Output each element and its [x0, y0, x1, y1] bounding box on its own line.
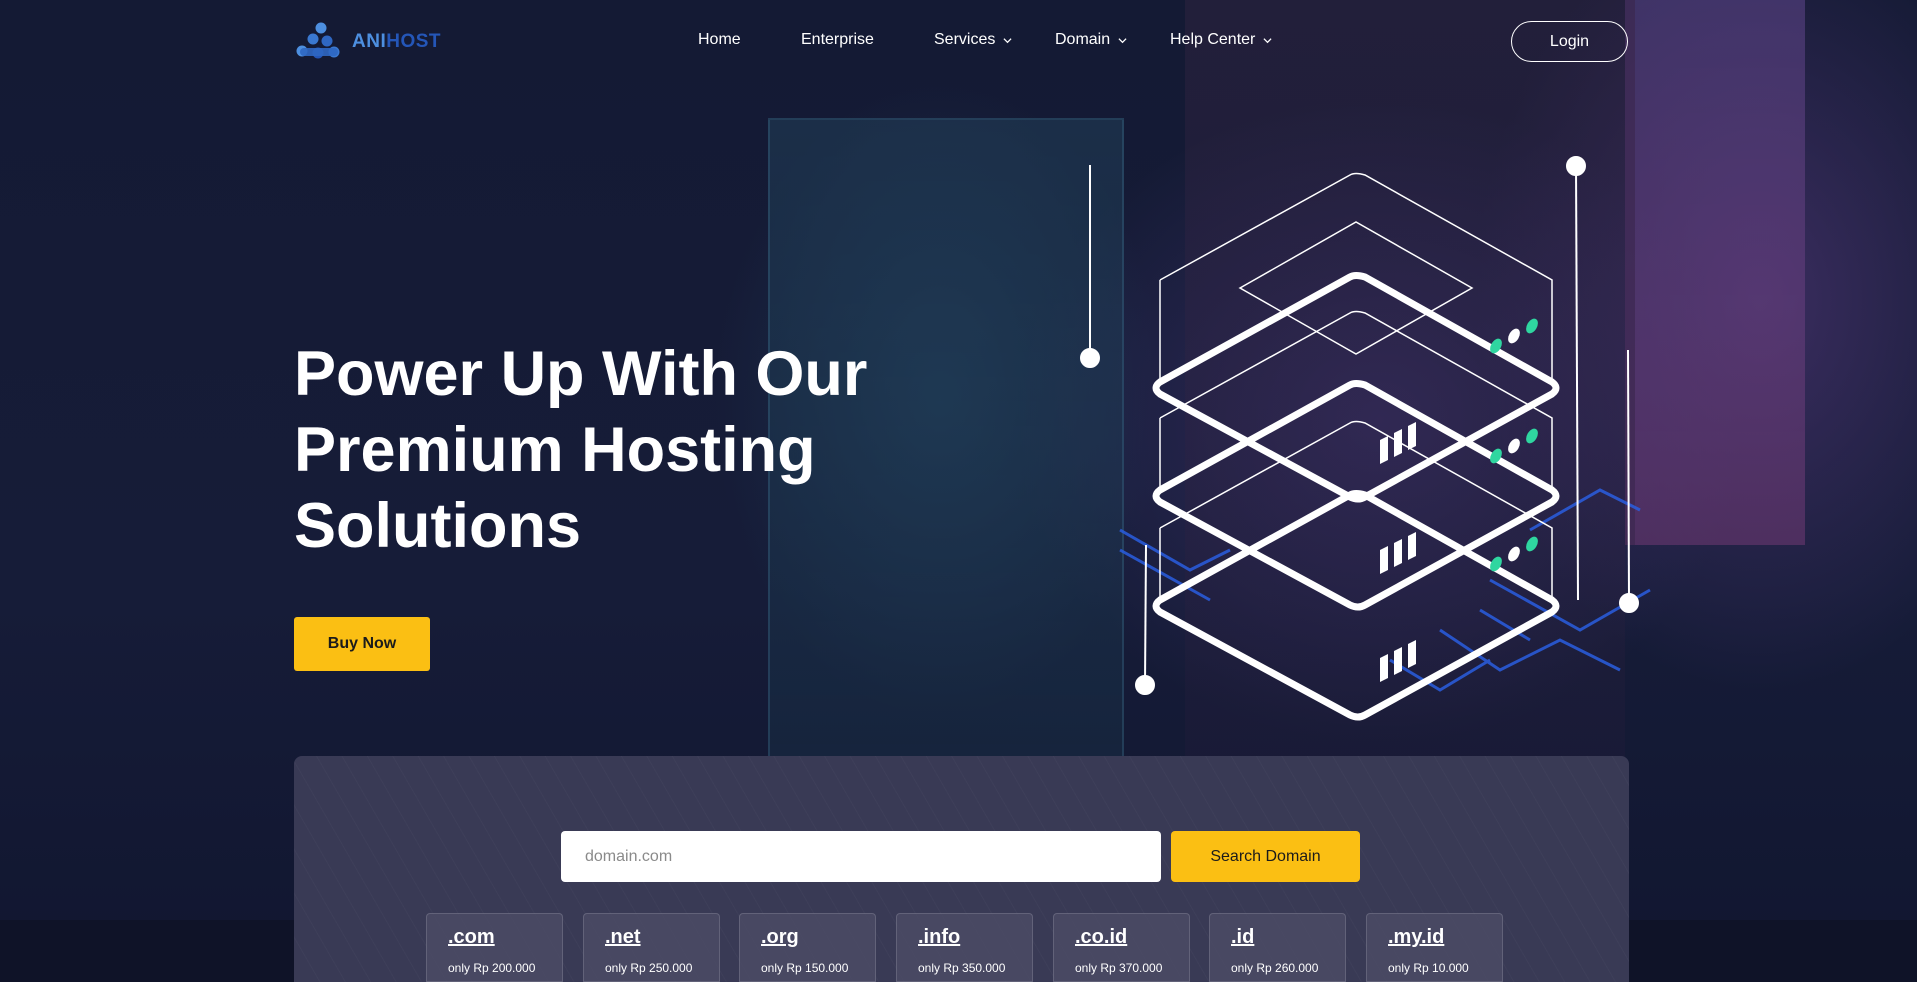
search-domain-button[interactable]: Search Domain: [1171, 831, 1360, 882]
tld-price: only Rp 200.000: [448, 961, 536, 975]
tld-price: only Rp 10.000: [1388, 961, 1469, 975]
tld-card-org[interactable]: .org only Rp 150.000: [739, 913, 876, 982]
brand-name-part2: HOST: [386, 31, 442, 52]
domain-search-input[interactable]: [561, 831, 1161, 882]
tld-price: only Rp 350.000: [918, 961, 1006, 975]
buy-now-button[interactable]: Buy Now: [294, 617, 430, 671]
nav-item-label: Services: [934, 31, 996, 48]
tld-card-co-id[interactable]: .co.id only Rp 370.000: [1053, 913, 1190, 982]
tld-price: only Rp 250.000: [605, 961, 693, 975]
tld-price: only Rp 260.000: [1231, 961, 1319, 975]
hero-title-line-3: Solutions: [294, 491, 581, 561]
tld-card-info[interactable]: .info only Rp 350.000: [896, 913, 1033, 982]
chevron-down-icon: [1263, 37, 1272, 43]
nav-item-label: Enterprise: [801, 31, 874, 48]
tld-card-id[interactable]: .id only Rp 260.000: [1209, 913, 1346, 982]
nav-item-label: Help Center: [1170, 31, 1256, 48]
logo-icon: [296, 22, 340, 59]
login-button[interactable]: Login: [1511, 21, 1628, 62]
tld-name: .co.id: [1075, 926, 1128, 948]
top-navbar: ANIHOST Home Enterprise Services Domain …: [0, 0, 1917, 84]
tld-name: .my.id: [1388, 926, 1445, 948]
nav-item-enterprise[interactable]: Enterprise: [801, 31, 874, 49]
nav-item-home[interactable]: Home: [698, 31, 741, 49]
nav-item-label: Domain: [1055, 31, 1111, 48]
tld-name: .com: [448, 926, 495, 948]
nav-item-help-center[interactable]: Help Center: [1170, 31, 1272, 49]
tld-name: .net: [605, 926, 641, 948]
hero-title-line-2: Premium Hosting: [294, 415, 816, 485]
tld-price: only Rp 370.000: [1075, 961, 1163, 975]
tld-card-my-id[interactable]: .my.id only Rp 10.000: [1366, 913, 1503, 982]
nav-item-services[interactable]: Services: [934, 31, 1012, 49]
tld-name: .info: [918, 926, 961, 948]
chevron-down-icon: [1118, 37, 1127, 43]
server-stack-illustration: [1080, 156, 1651, 721]
chevron-down-icon: [1003, 37, 1012, 43]
brand-name: ANIHOST: [352, 31, 441, 53]
tld-name: .id: [1231, 926, 1255, 948]
nav-item-domain[interactable]: Domain: [1055, 31, 1127, 49]
brand-name-part1: ANI: [352, 31, 387, 52]
tld-card-com[interactable]: .com only Rp 200.000: [426, 913, 563, 982]
hero-title-line-1: Power Up With Our: [294, 339, 868, 409]
tld-price: only Rp 150.000: [761, 961, 849, 975]
tld-name: .org: [761, 926, 799, 948]
hero-title: Power Up With Our Premium Hosting Soluti…: [294, 336, 944, 564]
brand-logo[interactable]: ANIHOST: [294, 22, 441, 62]
nav-item-label: Home: [698, 31, 741, 48]
tld-card-net[interactable]: .net only Rp 250.000: [583, 913, 720, 982]
